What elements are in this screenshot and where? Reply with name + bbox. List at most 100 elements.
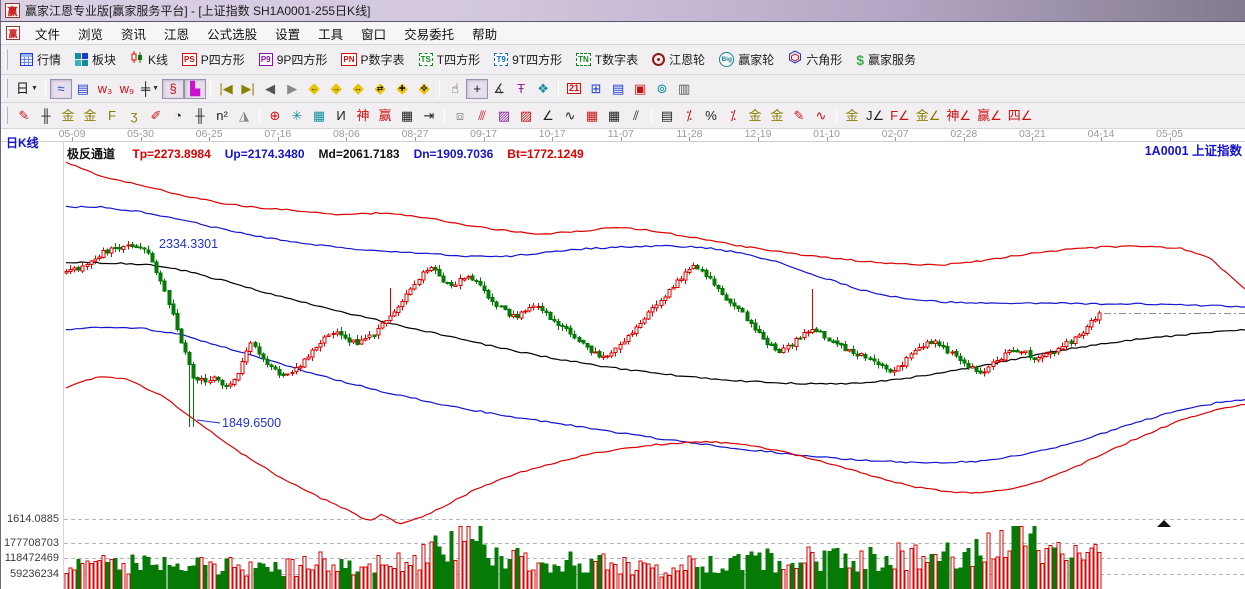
ma3-toggle-button[interactable]: w₃ — [94, 79, 116, 99]
circle-cross-button[interactable]: ⊕ — [264, 106, 286, 126]
angle-fan-button[interactable]: ◮ — [233, 106, 255, 126]
calendar-button[interactable]: 21 — [563, 79, 585, 99]
gold-grid-2-button[interactable]: 金 — [79, 106, 101, 126]
percent-under-button[interactable]: ⁒ — [722, 106, 744, 126]
ray-fan-red-button[interactable]: ⫻ — [471, 106, 493, 126]
spiral-grid-button[interactable]: ʒ — [123, 106, 145, 126]
pan-hand-button[interactable]: ☝ — [444, 79, 466, 99]
grid-arrow-button[interactable]: ▦ — [603, 106, 625, 126]
percent-button[interactable]: % — [700, 106, 722, 126]
t9-square-button[interactable]: T99T四方形 — [487, 49, 569, 70]
winner-service-button[interactable]: $赢家服务 — [849, 49, 923, 70]
workstation-button[interactable]: ▥ — [673, 79, 695, 99]
grid-lines-button[interactable]: ╫ — [35, 106, 57, 126]
menu-item-5[interactable]: 设置 — [266, 22, 309, 45]
win-angle-button[interactable]: 赢∠ — [974, 106, 1005, 126]
star-burst-button[interactable]: ✳ — [286, 106, 308, 126]
menu-item-9[interactable]: 帮助 — [463, 22, 506, 45]
menu-item-7[interactable]: 窗口 — [352, 22, 395, 45]
ray-box-red-button[interactable]: ▨ — [515, 106, 537, 126]
calculator-button[interactable]: ⊞ — [585, 79, 607, 99]
n-square-button[interactable]: n² — [211, 106, 233, 126]
zoom-left-button[interactable]: ◆← — [303, 79, 325, 99]
sector-blocks-button[interactable]: 板块 — [68, 49, 123, 70]
wave-dots-button[interactable]: ∿ — [559, 106, 581, 126]
zoom-both-button[interactable]: ◆↔ — [347, 79, 369, 99]
p-square-button[interactable]: PSP四方形 — [175, 49, 252, 70]
toolbar-grip[interactable] — [5, 79, 8, 98]
period-label[interactable]: 日K线 — [6, 134, 39, 151]
ray-box-purple-button[interactable]: ▨ — [493, 106, 515, 126]
pattern-puzzle-button[interactable]: ❖ — [532, 79, 554, 99]
zigzag-mode-button[interactable]: ≈ — [50, 79, 72, 99]
zoom-swap-button[interactable]: ◆⇄ — [369, 79, 391, 99]
menu-item-1[interactable]: 浏览 — [69, 22, 112, 45]
p9-square-button[interactable]: P99P四方形 — [252, 49, 335, 70]
period-day-button-button[interactable]: 日▼ — [13, 79, 41, 99]
save-screen-button[interactable]: ▣ — [629, 79, 651, 99]
page-left-button[interactable]: ◀ — [259, 79, 281, 99]
grid-red-button[interactable]: ▦ — [581, 106, 603, 126]
f-angle-button[interactable]: F∠ — [887, 106, 913, 126]
four-angle-button[interactable]: 四∠ — [1005, 106, 1036, 126]
first-page-button[interactable]: |◀ — [215, 79, 237, 99]
gold-underline-button[interactable]: 金 — [841, 106, 863, 126]
winner-wheel-button[interactable]: Big赢家轮 — [712, 49, 781, 70]
measure-pencil-button[interactable]: ✐ — [145, 106, 167, 126]
info-panel-button[interactable]: ▤ — [72, 79, 94, 99]
gold-line-button[interactable]: 金 — [766, 106, 788, 126]
span-arrow-button[interactable]: ⇥ — [418, 106, 440, 126]
text-label-button[interactable]: Ŧ — [510, 79, 532, 99]
t-square-button[interactable]: TST四方形 — [412, 49, 488, 70]
menu-item-6[interactable]: 工具 — [309, 22, 352, 45]
wave-red-button[interactable]: ∿ — [810, 106, 832, 126]
chart-canvas[interactable] — [1, 129, 1245, 589]
flag-pencil-button[interactable]: ✎ — [788, 106, 810, 126]
time-circle-button[interactable]: ◔ — [167, 106, 189, 126]
zoom-in-button[interactable]: ◆✚ — [391, 79, 413, 99]
gold-angle-button[interactable]: 金∠ — [913, 106, 944, 126]
draw-pencil-button[interactable]: ✎ — [13, 106, 35, 126]
zoom-out-button[interactable]: ◆✜ — [413, 79, 435, 99]
grid-123-button[interactable]: ▦ — [396, 106, 418, 126]
t-number-button[interactable]: TNT数字表 — [569, 49, 645, 70]
angle-measure-button[interactable]: ∡ — [488, 79, 510, 99]
toolbar-grip[interactable] — [5, 107, 8, 125]
percent-line-button[interactable]: ⁒ — [678, 106, 700, 126]
notes-button[interactable]: ▤ — [607, 79, 629, 99]
grid-lines-2-button[interactable]: ╫ — [189, 106, 211, 126]
page-right-button[interactable]: ▶ — [281, 79, 303, 99]
gold-circle-button[interactable]: 金 — [744, 106, 766, 126]
menu-item-4[interactable]: 公式选股 — [198, 22, 266, 45]
j-angle-button[interactable]: J∠ — [863, 106, 887, 126]
gann-shape-button[interactable]: § — [162, 79, 184, 99]
scale-list-button[interactable]: ▤ — [656, 106, 678, 126]
ma9-toggle-button[interactable]: w₉ — [116, 79, 138, 99]
title-bar[interactable]: 赢 赢家江恩专业版[赢家服务平台] - [上证指数 SH1A0001-255日K… — [1, 0, 1245, 22]
box-tool-button[interactable]: ⧈ — [449, 106, 471, 126]
fib-grid-button[interactable]: F — [101, 106, 123, 126]
gold-grid-1-button[interactable]: 金 — [57, 106, 79, 126]
net-station-button[interactable]: ⊚ — [651, 79, 673, 99]
square-web-button[interactable]: ▦ — [308, 106, 330, 126]
menu-item-3[interactable]: 江恩 — [155, 22, 198, 45]
color-bars-button[interactable]: ▙ — [184, 79, 206, 99]
candle-style-button-button[interactable]: ╪▼ — [138, 79, 162, 99]
angle-lines-button[interactable]: ∠ — [537, 106, 559, 126]
toolbar-grip[interactable] — [5, 49, 8, 69]
wave-mark-button[interactable]: И — [330, 106, 352, 126]
hexagon-button[interactable]: 六角形 — [781, 48, 849, 71]
shen-angle-button[interactable]: 神∠ — [943, 106, 974, 126]
gann-wheel-button[interactable]: 江恩轮 — [645, 49, 712, 70]
menu-item-8[interactable]: 交易委托 — [395, 22, 463, 45]
menu-item-0[interactable]: 文件 — [26, 22, 69, 45]
shen-tool-button[interactable]: 神 — [352, 106, 374, 126]
win-tool-button[interactable]: 赢 — [374, 106, 396, 126]
slashes-button[interactable]: ⫽ — [625, 106, 647, 126]
zoom-right-button[interactable]: ◆→ — [325, 79, 347, 99]
menu-item-2[interactable]: 资讯 — [112, 22, 155, 45]
crosshair-button[interactable]: + — [466, 79, 488, 99]
quote-grid-button[interactable]: 行情 — [13, 49, 68, 70]
kline-button[interactable]: K线 — [123, 48, 175, 71]
last-page-button[interactable]: ▶| — [237, 79, 259, 99]
